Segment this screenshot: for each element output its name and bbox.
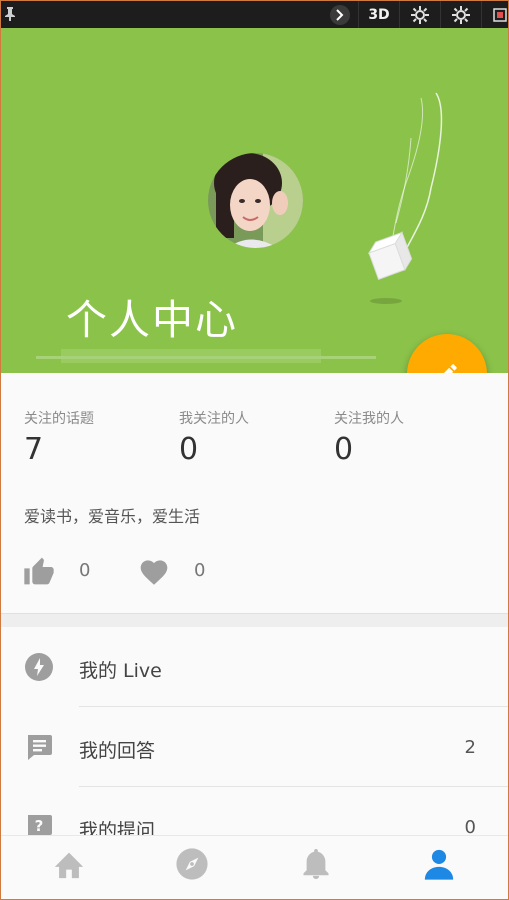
stat-label: 我关注的人 xyxy=(179,411,249,427)
stat-label: 关注我的人 xyxy=(334,411,404,427)
decorative-kite-illustration xyxy=(367,92,443,304)
menu-item-count: 0 xyxy=(464,817,476,837)
profile-bio: 爱读书，爱音乐，爱生活 xyxy=(24,507,201,526)
home-icon[interactable] xyxy=(49,844,89,884)
stat-following[interactable]: 我关注的人 0 xyxy=(179,408,249,467)
person-icon[interactable] xyxy=(419,844,459,884)
svg-text:?: ? xyxy=(35,817,44,835)
compass-icon[interactable] xyxy=(172,844,212,884)
menu-item-my-answers[interactable]: 我的回答 2 xyxy=(1,707,508,787)
lightning-icon xyxy=(25,653,53,681)
avatar[interactable] xyxy=(206,151,305,250)
section-divider xyxy=(1,613,508,628)
stat-followers[interactable]: 关注我的人 0 xyxy=(334,408,404,467)
answer-icon xyxy=(25,733,53,761)
emulator-toolbar: 3D xyxy=(1,1,508,28)
menu-item-label: 我的 Live xyxy=(79,660,162,682)
stat-value: 0 xyxy=(334,432,354,467)
question-icon: ? xyxy=(25,813,53,837)
profile-header: 个人中心 xyxy=(1,28,508,373)
menu-item-label: 我的回答 xyxy=(79,740,156,762)
likes-count: 0 xyxy=(79,560,91,581)
thumbs-up-icon[interactable] xyxy=(23,556,55,586)
mode-3d-button[interactable]: 3D xyxy=(358,1,400,28)
stat-value: 0 xyxy=(179,432,199,467)
menu-item-my-questions[interactable]: ? 我的提问 0 xyxy=(1,787,508,837)
settings-alt-icon[interactable] xyxy=(441,1,482,28)
app-window: 3D 个人中心 关注的话题 7 我关注的人 0 关注我的人 0 爱读书，爱音乐，… xyxy=(0,0,509,900)
page-title: 个人中心 xyxy=(66,296,238,344)
chevron-right-icon[interactable] xyxy=(330,1,358,28)
reactions-row: 0 0 xyxy=(23,556,323,586)
menu-item-count: 2 xyxy=(464,737,476,758)
heart-icon[interactable] xyxy=(138,556,170,586)
color-square-icon[interactable] xyxy=(492,1,508,28)
profile-stats-card: 关注的话题 7 我关注的人 0 关注我的人 0 爱读书，爱音乐，爱生活 0 0 xyxy=(1,373,508,613)
profile-menu-list: 我的 Live 我的回答 2 ? 我的提问 0 xyxy=(1,627,508,837)
menu-item-my-live[interactable]: 我的 Live xyxy=(1,627,508,707)
stat-followed-topics[interactable]: 关注的话题 7 xyxy=(24,408,94,467)
stat-value: 7 xyxy=(24,432,44,467)
favorites-count: 0 xyxy=(194,560,206,581)
stat-label: 关注的话题 xyxy=(24,411,94,427)
bell-icon[interactable] xyxy=(296,844,336,884)
menu-item-label: 我的提问 xyxy=(79,820,156,837)
bottom-navigation xyxy=(1,835,508,899)
settings-icon[interactable] xyxy=(400,1,441,28)
pin-icon[interactable] xyxy=(5,6,15,21)
